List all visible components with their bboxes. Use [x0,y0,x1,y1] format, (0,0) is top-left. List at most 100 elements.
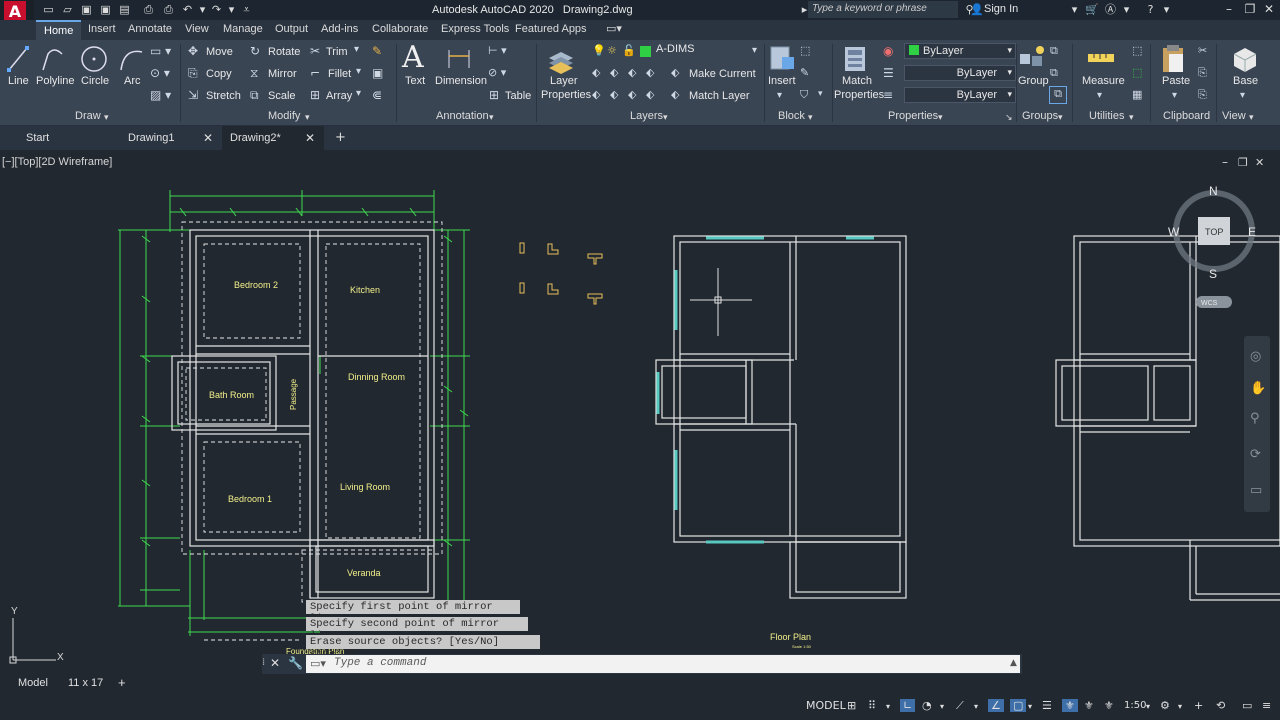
tab-featured-apps[interactable]: Featured Apps [515,23,587,35]
layers-panel-expand-icon[interactable]: ▾ [663,112,668,123]
customization-menu-icon[interactable]: ≡ [1262,699,1271,712]
showmotion-icon[interactable]: ▭ [1250,483,1262,498]
model-space-button[interactable]: MODEL [806,699,846,712]
wcs-menu[interactable]: WCS [1201,300,1218,307]
save-as-icon[interactable]: ▣ [99,3,112,16]
polar-dropdown-icon[interactable]: ▾ [940,702,944,711]
navigation-bar[interactable]: ◎ ✋ ⚲ ⟳ ▭ [1244,336,1270,512]
select-all-icon[interactable]: ⬚ [1132,66,1142,79]
leader-icon[interactable]: ⊢ ▾ [488,44,507,57]
minimize-icon[interactable]: – [1222,2,1236,16]
command-close-icon[interactable]: ✕ [270,656,280,670]
annotation-autoscale-icon[interactable]: ⚜ [1084,699,1094,712]
isodraft-icon[interactable]: ⟋ [956,699,964,713]
dimension-icon[interactable] [445,46,473,72]
restore-icon[interactable]: ❐ [1243,2,1257,16]
viewport-restore-icon[interactable]: ❐ [1238,156,1248,169]
ribbon-toggle-icon[interactable]: ▭▾ [606,22,622,35]
layer-dropdown[interactable]: A-DIMS [652,42,762,58]
base-view-icon[interactable] [1230,44,1260,74]
annotation-visibility-icon[interactable]: ⚜ [1062,699,1078,712]
open-folder-icon[interactable]: ▱ [61,3,74,16]
base-dropdown-icon[interactable]: ▾ [1240,90,1245,101]
polyline-icon[interactable] [40,44,66,74]
command-history-toggle-icon[interactable]: ▲ [1010,658,1017,668]
match-properties-icon[interactable] [842,44,870,74]
customize-quick-access-icon[interactable]: ⩡ [240,3,253,16]
offset-icon[interactable]: ⋐ [372,88,382,102]
color-wheel-icon[interactable]: ◉ [883,44,893,58]
insert-dropdown-icon[interactable]: ▾ [777,90,782,101]
layer-on-icon[interactable]: 💡 [592,44,606,57]
calculator-icon[interactable]: ▦ [1132,88,1142,101]
text-icon[interactable]: A [402,40,424,75]
snap-dropdown-icon[interactable]: ▾ [886,702,890,711]
layer-properties-button-line1[interactable]: Layer [550,75,578,87]
rotate-button[interactable]: Rotate [268,46,300,58]
modify-panel-expand-icon[interactable]: ▾ [305,112,310,123]
line-icon[interactable] [6,44,30,74]
compass-east[interactable]: E [1248,225,1256,239]
help-dropdown-icon[interactable]: ▾ [1160,3,1173,16]
a360-dropdown-icon[interactable]: ▾ [1120,3,1133,16]
trim-button[interactable]: Trim [326,46,348,58]
tab-output[interactable]: Output [275,23,308,35]
edit-block-icon[interactable]: ✎ [800,66,809,79]
close-drawing2-icon[interactable]: ✕ [305,131,315,145]
modify-panel-label[interactable]: Modify [268,110,300,122]
tab-drawing1[interactable]: Drawing1 [120,126,182,150]
match-properties-line1[interactable]: Match [842,75,872,87]
open-web-icon[interactable]: ▤ [118,3,131,16]
polar-tracking-icon[interactable]: ◔ [922,699,932,712]
clipboard-panel-label[interactable]: Clipboard [1163,110,1210,122]
paste-button[interactable]: Paste [1162,75,1190,87]
tab-home[interactable]: Home [36,20,82,40]
utilities-panel-expand-icon[interactable]: ▾ [1129,112,1134,123]
rectangle-icon[interactable]: ▭ ▾ [150,44,171,58]
undo-dropdown-icon[interactable]: ▾ [196,3,209,16]
tab-model[interactable]: Model [18,677,48,689]
object-snap-tracking-icon[interactable]: ∠ [988,699,1004,712]
fillet-dropdown-icon[interactable]: ▾ [356,66,361,77]
draw-panel-expand-icon[interactable]: ▾ [104,112,109,123]
view-panel-expand-icon[interactable]: ▾ [1249,112,1254,123]
properties-dialog-launcher-icon[interactable]: ↘ [1005,112,1013,123]
command-grip-icon[interactable]: ⁞ [262,657,265,668]
hatch-icon[interactable]: ▨ ▾ [150,88,171,102]
print-icon[interactable]: ⎙ [162,3,175,16]
layer-lock-icon[interactable]: 🔓 [622,44,636,57]
draw-panel-label[interactable]: Draw [75,110,101,122]
command-customize-icon[interactable]: 🔧 [288,656,303,670]
application-menu-button[interactable]: A [0,0,34,23]
arc-button[interactable]: Arc [124,75,141,87]
layers-panel-label[interactable]: Layers [630,110,663,122]
clean-screen-icon[interactable]: ▭ [1242,699,1252,712]
fillet-button[interactable]: Fillet [328,68,351,80]
tab-view[interactable]: View [185,23,209,35]
a360-icon[interactable]: Ⓐ [1104,3,1117,16]
paste-dropdown-icon[interactable]: ▾ [1172,90,1177,101]
text-button[interactable]: Text [405,75,425,87]
tab-annotate[interactable]: Annotate [128,23,172,35]
paste-icon[interactable] [1160,44,1188,74]
layer-freeze-icon[interactable]: ☼ [607,44,617,57]
view-panel-label[interactable]: View [1222,110,1246,122]
lineweight-dropdown[interactable]: ByLayer ▾ [904,87,1016,103]
edit-attributes-icon[interactable]: ⛉ [800,88,808,102]
compass-west[interactable]: W [1168,225,1180,239]
tab-add-ins[interactable]: Add-ins [321,23,358,35]
cut-icon[interactable]: ✂ [1198,44,1207,57]
steering-wheel-icon[interactable]: ◎ [1250,349,1261,364]
annotation-scale-icon[interactable]: ⚜ [1104,699,1114,712]
polyline-button[interactable]: Polyline [36,75,75,87]
plot-icon[interactable]: ⎙ [142,3,155,16]
edit-attributes-dropdown-icon[interactable]: ▾ [818,89,823,99]
annotation-panel-expand-icon[interactable]: ▾ [489,112,494,123]
measure-dropdown-icon[interactable]: ▾ [1097,90,1102,101]
viewcube-top-face[interactable]: TOP [1205,227,1223,237]
cart-icon[interactable]: 🛒 [1085,3,1099,16]
new-tab-plus-icon[interactable]: + [335,130,346,145]
copy-clip-icon[interactable]: ⎘ [1198,66,1207,80]
arc-icon[interactable] [118,44,144,74]
tab-insert[interactable]: Insert [88,23,116,35]
